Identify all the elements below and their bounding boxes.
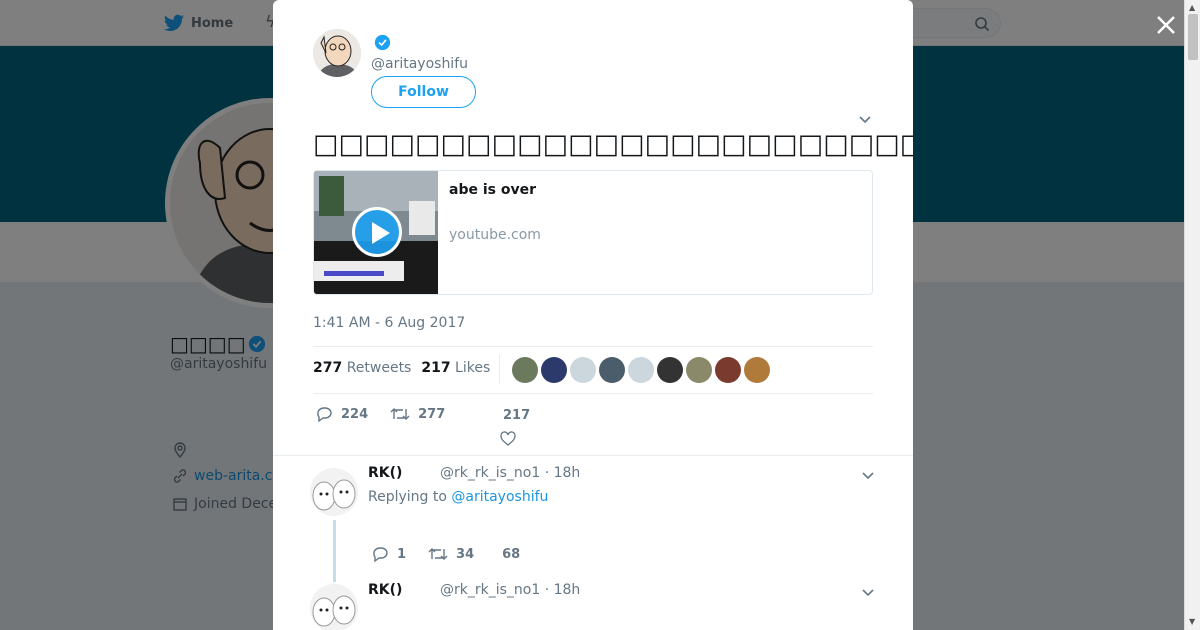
retweet-action[interactable]: 34: [428, 545, 474, 563]
likes-stat[interactable]: 217 Likes: [421, 360, 490, 376]
tweet-stats: 277 Retweets 217 Likes: [313, 360, 490, 376]
replying-to: Replying to @aritayoshifu: [368, 489, 548, 505]
reply-icon: [317, 407, 332, 423]
likes-label: Likes: [455, 360, 491, 376]
liker-avatar[interactable]: [541, 357, 567, 383]
reply-action[interactable]: 224: [315, 405, 368, 423]
retweets-stat[interactable]: 277 Retweets: [313, 360, 411, 376]
likes-count: 217: [421, 360, 451, 376]
like-count[interactable]: 217: [503, 408, 530, 423]
author-avatar[interactable]: [313, 29, 361, 77]
thread-line: [333, 520, 336, 582]
liker-avatars: [512, 357, 770, 383]
close-icon[interactable]: [1153, 12, 1179, 38]
reply-author-handle[interactable]: @rk_rk_is_no1 · 18h: [440, 465, 580, 481]
retweet-icon: [428, 548, 448, 560]
tweet-actions: 224 277: [315, 405, 467, 423]
reply-icon: [373, 547, 388, 563]
link-card[interactable]: abe is over youtube.com: [313, 170, 873, 295]
reply-author-handle[interactable]: @rk_rk_is_no1 · 18h: [440, 582, 580, 598]
reply-count: 1: [397, 546, 407, 562]
tweet-timestamp[interactable]: 1:41 AM - 6 Aug 2017: [313, 315, 465, 331]
liker-avatar[interactable]: [744, 357, 770, 383]
replying-prefix: Replying to: [368, 489, 447, 505]
tweet-modal: @aritayoshifu Follow □□□□□□□□□□□□□□□□□□□…: [273, 0, 913, 630]
heart-icon[interactable]: [500, 431, 516, 447]
retweet-icon: [390, 408, 410, 420]
liker-avatar[interactable]: [657, 357, 683, 383]
follow-button[interactable]: Follow: [371, 76, 476, 108]
stat-separator: [499, 354, 500, 384]
liker-avatar[interactable]: [715, 357, 741, 383]
author-handle[interactable]: @aritayoshifu: [371, 56, 468, 72]
reply-count: 224: [341, 406, 369, 422]
divider: [313, 393, 873, 394]
card-thumbnail: [314, 171, 438, 294]
retweet-count: 277: [418, 406, 446, 422]
reply-author-name[interactable]: RK(): [368, 465, 402, 481]
scroll-up-arrow-icon[interactable]: ▲: [1189, 3, 1195, 12]
liker-avatar[interactable]: [628, 357, 654, 383]
scroll-thumb[interactable]: [1188, 14, 1198, 60]
reply-avatar[interactable]: [310, 584, 358, 630]
reply-author-name[interactable]: RK(): [368, 582, 402, 598]
reply-avatar[interactable]: [310, 468, 358, 516]
chevron-down-icon[interactable]: [861, 468, 875, 482]
like-count: 68: [502, 546, 521, 562]
retweet-action[interactable]: 277: [390, 405, 445, 423]
retweet-count: 34: [456, 546, 475, 562]
chevron-down-icon[interactable]: [858, 112, 872, 126]
reply-action[interactable]: 1: [371, 545, 406, 563]
card-domain: youtube.com: [449, 227, 541, 243]
scrollbar[interactable]: ▲ ▼: [1184, 0, 1200, 630]
like-action[interactable]: 68: [502, 547, 520, 562]
liker-avatar[interactable]: [512, 357, 538, 383]
replying-to-link[interactable]: @aritayoshifu: [451, 489, 548, 505]
verified-icon: [374, 34, 391, 51]
liker-avatar[interactable]: [686, 357, 712, 383]
chevron-down-icon[interactable]: [861, 585, 875, 599]
tweet-text: □□□□□□□□□□□□□□□□□□□□□□□□□□□□□□□□□□□□□□□□…: [313, 129, 913, 160]
liker-avatar[interactable]: [599, 357, 625, 383]
scroll-down-arrow-icon[interactable]: ▼: [1189, 617, 1195, 626]
divider: [313, 346, 873, 347]
replies-separator: [273, 455, 913, 456]
retweets-label: Retweets: [346, 360, 412, 376]
liker-avatar[interactable]: [570, 357, 596, 383]
retweets-count: 277: [313, 360, 343, 376]
card-title: abe is over: [449, 182, 536, 198]
reply-actions: 1 34 68: [371, 545, 542, 563]
play-icon[interactable]: [352, 207, 402, 257]
